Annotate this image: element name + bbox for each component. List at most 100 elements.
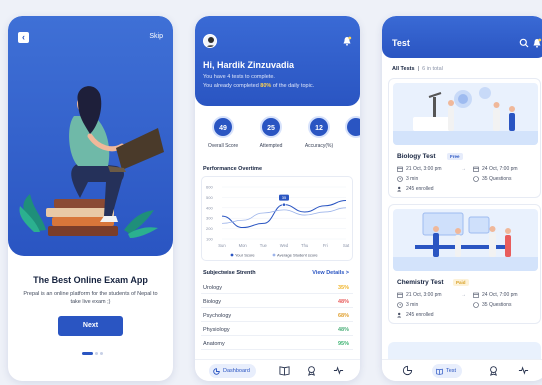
book-icon[interactable] xyxy=(279,365,290,376)
activity-icon[interactable] xyxy=(333,365,344,376)
dashboard-icon xyxy=(213,367,220,375)
x-tick-label: Tue xyxy=(260,243,268,248)
filter-active[interactable]: All Tests xyxy=(392,66,415,72)
x-tick-label: Mon xyxy=(239,243,248,248)
bell-icon[interactable] xyxy=(532,38,542,48)
test-end-text: 24 Oct, 7:00 pm xyxy=(482,292,518,298)
stat-accuracy[interactable]: 12 Accuracy(%) xyxy=(297,116,341,154)
chemistry-illustration xyxy=(393,209,538,271)
test-card-biology[interactable]: Biology Test Free 21 Oct, 3:00 pm → 24 O… xyxy=(388,78,541,198)
legend-label: Your Score xyxy=(235,252,255,257)
bell-icon[interactable] xyxy=(342,36,352,46)
legend-swatch xyxy=(230,253,234,257)
onboarding-title: The Best Online Exam App xyxy=(33,275,148,285)
x-tick-label: Sat xyxy=(343,243,350,248)
arrow-icon: → xyxy=(461,292,466,298)
question-icon xyxy=(473,176,479,182)
pagination-dots xyxy=(82,352,103,355)
subject-row[interactable]: Anatomy 95% xyxy=(201,338,353,350)
performance-chart: 100 200 300 400 500 600 Sun Mon Tue Wed Thu Fri Sat 3… xyxy=(201,176,353,261)
nav-test-label: Test xyxy=(446,368,457,374)
biology-illustration xyxy=(393,83,538,145)
question-icon xyxy=(473,302,479,308)
progress-percent: 80% xyxy=(260,83,272,89)
subject-row[interactable]: Physiology 48% xyxy=(201,324,353,336)
stat-overall-score[interactable]: 49 Overall Score xyxy=(201,116,245,154)
test-start: 21 Oct, 3:00 pm xyxy=(397,166,442,172)
y-tick-label: 200 xyxy=(206,226,213,231)
subject-value: 95% xyxy=(337,341,349,347)
stat-value: 25 xyxy=(260,116,282,138)
subject-row[interactable]: Urology 35% xyxy=(201,282,353,294)
nav-dashboard[interactable]: Dashboard xyxy=(209,364,256,378)
stat-value: 12 xyxy=(308,116,330,138)
pagination-dot[interactable] xyxy=(95,352,98,355)
test-duration: 3 min xyxy=(397,302,418,308)
progress-text: You already completed 80% of the daily t… xyxy=(203,83,314,89)
skip-button[interactable]: Skip xyxy=(149,33,163,40)
nav-dashboard-label: Dashboard xyxy=(223,368,250,374)
award-icon[interactable] xyxy=(488,365,499,376)
activity-icon[interactable] xyxy=(518,365,529,376)
tests-header: Test xyxy=(382,16,542,58)
search-icon[interactable] xyxy=(519,38,529,48)
subject-name: Biology xyxy=(203,299,222,305)
free-badge: Free xyxy=(447,153,463,160)
stat-label: Overall Score xyxy=(207,143,239,149)
users-icon xyxy=(397,186,402,192)
onboarding-screen: ‹ Skip The Best Online Exam App Prepal i… xyxy=(8,16,173,381)
subjectwise-title: Subjectwise Strenth xyxy=(203,270,256,276)
test-card-chemistry[interactable]: Chemistry Test Paid 21 Oct, 3:00 pm → 24… xyxy=(388,204,541,324)
next-button[interactable]: Next xyxy=(58,316,123,336)
stat-partial[interactable] xyxy=(345,116,360,154)
view-details-link[interactable]: View Details > xyxy=(312,270,349,276)
greeting: Hi, Hardik Zinzuvadia xyxy=(203,60,295,70)
stats-row: 49 Overall Score 25 Attempted 12 Accurac… xyxy=(201,116,360,156)
back-button[interactable]: ‹ xyxy=(18,32,29,43)
subject-name: Psychology xyxy=(203,313,232,319)
subjectwise-section: Subjectwise Strenth View Details > Urolo… xyxy=(201,266,353,358)
highlight-point xyxy=(282,202,286,207)
test-enrolled-text: 245 enrolled xyxy=(406,186,434,192)
tests-title: Test xyxy=(392,38,410,48)
onboarding-description: Prepal is an online platform for the stu… xyxy=(23,291,158,305)
tests-filter[interactable]: All Tests | 6 in total xyxy=(392,66,443,72)
test-name: Chemistry Test xyxy=(397,279,444,286)
pagination-dot[interactable] xyxy=(100,352,103,355)
award-icon[interactable] xyxy=(306,365,317,376)
y-tick-label: 100 xyxy=(206,237,213,242)
test-name: Biology Test xyxy=(397,153,436,160)
test-duration: 3 min xyxy=(397,176,418,182)
legend-label: Average Student score xyxy=(277,252,318,257)
pagination-dot-active[interactable] xyxy=(82,352,93,355)
performance-title: Performance Overtime xyxy=(203,166,262,172)
test-end: 24 Oct, 7:00 pm xyxy=(473,292,518,298)
stat-attempted[interactable]: 25 Attempted xyxy=(249,116,293,154)
subject-name: Anatomy xyxy=(203,341,225,347)
stat-value: 49 xyxy=(212,116,234,138)
dashboard-screen: Hi, Hardik Zinzuvadia You have 4 tests t… xyxy=(195,16,360,381)
test-questions-text: 35 Questions xyxy=(482,302,512,308)
avatar[interactable] xyxy=(203,34,217,48)
dashboard-icon[interactable] xyxy=(402,365,413,376)
nav-test[interactable]: Test xyxy=(432,364,463,378)
stat-label: Accuracy(%) xyxy=(304,143,334,149)
arrow-icon: → xyxy=(461,166,466,172)
filter-count: 6 in total xyxy=(422,66,443,72)
clock-icon xyxy=(397,302,403,308)
progress-suffix: of the daily topic. xyxy=(271,83,315,89)
users-icon xyxy=(397,312,402,318)
subject-value: 68% xyxy=(337,313,349,319)
test-start: 21 Oct, 3:00 pm xyxy=(397,292,442,298)
subject-row[interactable]: Biology 48% xyxy=(201,296,353,308)
bottom-nav: Dashboard xyxy=(195,359,360,381)
calendar-icon xyxy=(397,292,403,298)
stat-value xyxy=(345,116,360,138)
test-start-text: 21 Oct, 3:00 pm xyxy=(406,166,442,172)
student-illustration xyxy=(19,86,164,238)
test-enrolled: 245 enrolled xyxy=(397,186,434,192)
tests-screen: Test All Tests | 6 in total Biology Test… xyxy=(382,16,542,381)
calendar-icon xyxy=(397,166,403,172)
x-tick-label: Fri xyxy=(323,243,328,248)
subject-row[interactable]: Psychology 68% xyxy=(201,310,353,322)
